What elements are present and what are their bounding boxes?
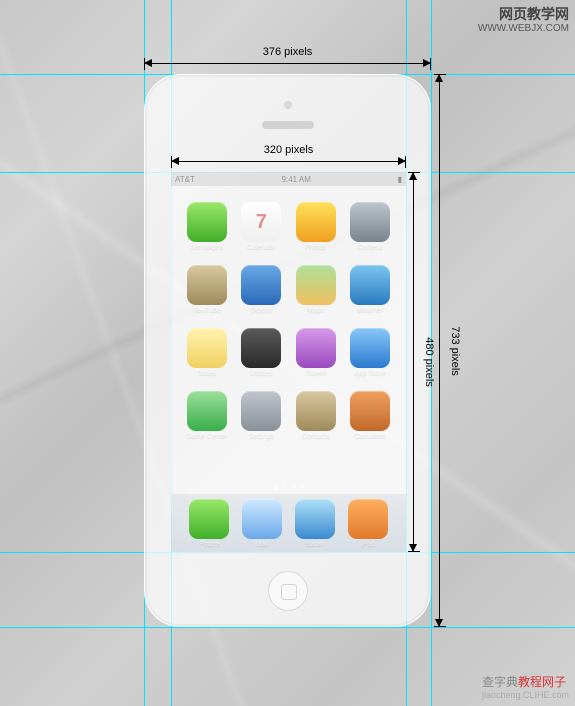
app-icon <box>295 499 335 539</box>
app-icon <box>350 391 390 431</box>
app-stocks: Stocks <box>239 265 283 314</box>
app-icon <box>189 499 229 539</box>
dimension-outer-width: 376 pixels <box>144 62 431 63</box>
app-label: Game Center <box>186 433 228 440</box>
dock-app-ipod: iPod <box>346 499 390 548</box>
status-bar: AT&T 9:41 AM ▮ <box>171 172 406 186</box>
app-icon <box>296 265 336 305</box>
app-icon <box>241 265 281 305</box>
app-label: Safari <box>306 541 324 548</box>
app-label: YouTube <box>193 307 221 314</box>
earpiece <box>262 121 314 129</box>
guide-horizontal <box>0 627 575 628</box>
app-icon <box>187 328 227 368</box>
carrier-label: AT&T <box>175 175 195 184</box>
app-notes: Notes <box>185 328 229 377</box>
app-maps: Maps <box>294 265 338 314</box>
springboard: Messages 7 Calendar Photos Camera YouTube Stoc… <box>171 194 406 482</box>
app-label: Stocks <box>251 307 272 314</box>
watermark-sub: jiaocheng.CLIHE.com <box>482 690 569 700</box>
watermark-text: 子 <box>554 675 566 689</box>
dimension-label: 376 pixels <box>260 46 316 58</box>
app-label: Settings <box>249 433 274 440</box>
app-icon <box>242 499 282 539</box>
dimension-label: 480 pixels <box>420 337 438 387</box>
app-icon <box>348 499 388 539</box>
app-icon <box>241 391 281 431</box>
app-settings: Settings <box>239 391 283 440</box>
app-label: Phone <box>199 541 219 548</box>
app-label: Notes <box>198 370 216 377</box>
app-label: Messages <box>191 244 223 251</box>
clock-label: 9:41 AM <box>282 175 311 184</box>
app-icon <box>187 391 227 431</box>
app-label: Contacts <box>302 433 330 440</box>
phone-screen: AT&T 9:41 AM ▮ Messages 7 Calendar Photos Ca… <box>171 172 406 552</box>
dock-app-mail: Mail <box>240 499 284 548</box>
app-contacts: Contacts <box>294 391 338 440</box>
app-photos: Photos <box>294 202 338 251</box>
app-icon <box>296 391 336 431</box>
dimension-label: 320 pixels <box>261 144 317 156</box>
page-indicator <box>171 485 406 490</box>
dock-app-phone: Phone <box>187 499 231 548</box>
dimension-screen-width: 320 pixels <box>171 160 406 161</box>
dimension-outer-height: 733 pixels <box>438 74 439 627</box>
watermark-bottom: 查字典教程网子 jiaocheng.CLIHE.com <box>482 673 569 700</box>
app-icon <box>187 265 227 305</box>
app-label: iTunes <box>305 370 326 377</box>
app-icon: 7 <box>241 202 281 242</box>
app-utilities: Utilities <box>239 328 283 377</box>
app-label: Maps <box>307 307 324 314</box>
app-icon <box>350 328 390 368</box>
app-label: Photos <box>305 244 327 251</box>
app-label: Utilities <box>250 370 273 377</box>
dimension-screen-height: 480 pixels <box>412 172 413 552</box>
dock: Phone Mail Safari iPod <box>171 494 406 552</box>
app-icon <box>350 202 390 242</box>
home-button <box>268 571 308 611</box>
watermark-top: 网页教学网 WWW.WEBJX.COM <box>478 6 569 35</box>
app-camera: Camera <box>348 202 392 251</box>
dimension-label: 733 pixels <box>446 326 464 376</box>
app-game-center: Game Center <box>185 391 229 440</box>
app-label: Calendar <box>247 244 275 251</box>
app-label: Mail <box>256 541 269 548</box>
app-icon <box>241 328 281 368</box>
watermark-text: 教程网 <box>518 675 554 689</box>
app-itunes: iTunes <box>294 328 338 377</box>
app-calendar: 7 Calendar <box>239 202 283 251</box>
proximity-sensor <box>284 101 292 109</box>
app-label: App Store <box>354 370 385 377</box>
app-app-store: App Store <box>348 328 392 377</box>
design-canvas: AT&T 9:41 AM ▮ Messages 7 Calendar Photos Ca… <box>0 0 575 706</box>
app-messages: Messages <box>185 202 229 251</box>
app-icon <box>350 265 390 305</box>
app-weather: Weather <box>348 265 392 314</box>
watermark-title: 网页教学网 <box>478 6 569 23</box>
app-icon <box>187 202 227 242</box>
app-label: Calculator <box>354 433 386 440</box>
watermark-url: WWW.WEBJX.COM <box>478 23 569 35</box>
watermark-text: 查字典 <box>482 675 518 689</box>
app-label: iPod <box>361 541 375 548</box>
app-label: Weather <box>357 307 383 314</box>
app-youtube: YouTube <box>185 265 229 314</box>
dock-app-safari: Safari <box>293 499 337 548</box>
app-icon <box>296 202 336 242</box>
battery-icon: ▮ <box>398 175 402 184</box>
app-calculator: Calculator <box>348 391 392 440</box>
app-icon <box>296 328 336 368</box>
app-label: Camera <box>358 244 383 251</box>
